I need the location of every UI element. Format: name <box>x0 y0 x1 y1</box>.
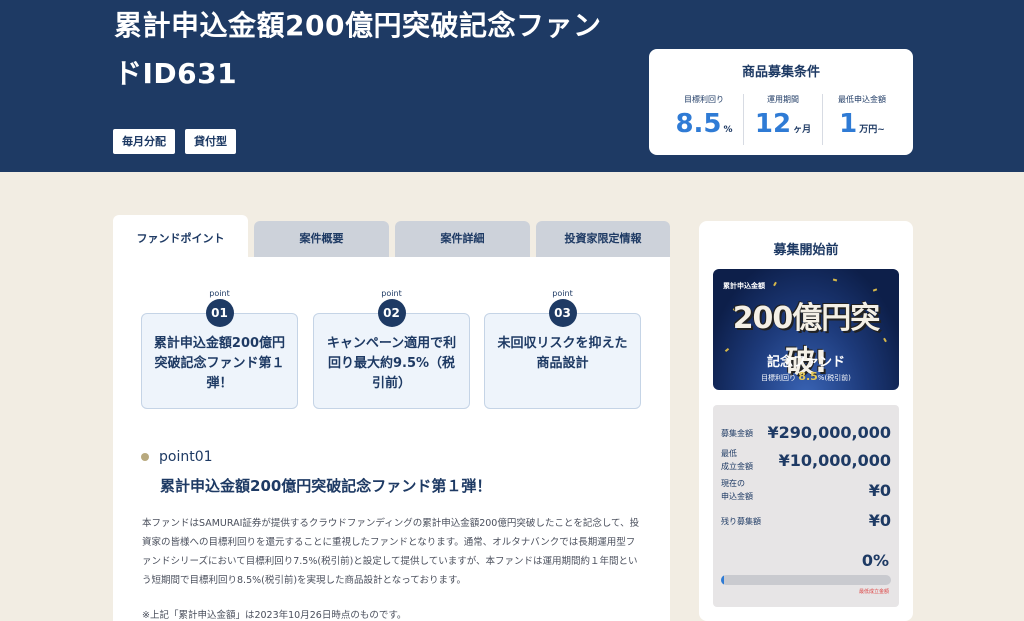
campaign-banner: 累計申込金額 200億円突破! 記念ファンド 目標利回り 8.5%(税引前) <box>713 269 899 390</box>
point-text: 未回収リスクを抑えた商品設計 <box>484 313 641 409</box>
point-card-3: point 03 未回収リスクを抑えた商品設計 <box>484 289 641 409</box>
stat-value: ¥0 <box>868 481 891 500</box>
point-label: point <box>552 289 573 298</box>
stat-value: ¥0 <box>868 511 891 530</box>
point-card-2: point 02 キャンペーン適用で利回り最大約9.5%（税引前） <box>313 289 470 409</box>
condition-value: 12 ヶ月 <box>754 109 812 139</box>
hero-header: 累計申込金額200億円突破記念ファンドID631 毎月分配 貸付型 商品募集条件… <box>0 0 1024 172</box>
stat-value: ¥290,000,000 <box>767 423 891 442</box>
condition-value: 1 万円~ <box>839 109 885 139</box>
section-kicker-row: point01 <box>141 449 213 465</box>
conditions-title: 商品募集条件 <box>741 65 820 80</box>
recruitment-card: 募集開始前 累計申込金額 200億円突破! 記念ファンド 目標利回り 8.5%(… <box>699 221 913 621</box>
banner-rate: 目標利回り 8.5%(税引前) <box>761 370 851 383</box>
confetti-icon <box>872 288 878 292</box>
stat-key: 現在の 申込金額 <box>721 479 753 501</box>
progress-bar-note: 最低成立金額 <box>858 589 889 595</box>
confetti-icon <box>773 281 777 287</box>
condition-min-amount: 最低申込金額 1 万円~ <box>823 94 901 145</box>
banner-subtitle: 記念ファンド <box>766 355 845 370</box>
condition-label: 運用期間 <box>767 95 799 104</box>
condition-label: 目標利回り <box>684 95 724 104</box>
tab-details[interactable]: 案件詳細 <box>395 221 530 257</box>
bullet-dot-icon <box>141 453 149 461</box>
stat-row-remaining: 残り募集額 ¥0 <box>721 511 891 531</box>
progress-bar <box>721 575 891 585</box>
confetti-icon <box>832 278 838 282</box>
condition-target-yield: 目標利回り 8.5% <box>665 94 744 145</box>
progress-percent: 0% <box>861 551 889 570</box>
tab-investor-info[interactable]: 投資家限定情報 <box>536 221 670 257</box>
condition-value: 8.5% <box>675 109 733 139</box>
fund-title: 累計申込金額200億円突破記念ファンドID631 <box>114 9 602 90</box>
fund-tabs: ファンドポイント 案件概要 案件詳細 投資家限定情報 <box>113 215 670 257</box>
tag-loan-type: 貸付型 <box>185 129 236 154</box>
recruitment-status: 募集開始前 <box>773 243 839 258</box>
funding-stats: 募集金額 ¥290,000,000 最低 成立金額 ¥10,000,000 現在… <box>713 405 899 607</box>
point-number-badge: 02 <box>377 299 406 327</box>
conditions-columns: 目標利回り 8.5% 運用期間 12 ヶ月 最低申込金額 1 万円~ <box>665 94 901 145</box>
section-kicker: point01 <box>159 449 213 465</box>
banner-small-text: 累計申込金額 <box>723 282 765 290</box>
stat-row-min: 最低 成立金額 ¥10,000,000 <box>721 447 891 475</box>
section-note: ※上記「累計申込金額」は2023年10月26日時点のものです。 <box>142 610 407 621</box>
fund-points-panel: point 01 累計申込金額200億円突破記念ファンド第１弾！ point 0… <box>113 257 670 621</box>
point-text: キャンペーン適用で利回り最大約9.5%（税引前） <box>313 313 470 409</box>
point-label: point <box>209 289 230 298</box>
section-title: 累計申込金額200億円突破記念ファンド第１弾！ <box>160 477 492 495</box>
fund-tags: 毎月分配 貸付型 <box>113 129 236 154</box>
tab-fund-points[interactable]: ファンドポイント <box>113 215 248 257</box>
condition-label: 最低申込金額 <box>838 95 886 104</box>
progress-bar-fill <box>721 575 725 585</box>
stat-row-current: 現在の 申込金額 ¥0 <box>721 477 891 505</box>
stat-row-target: 募集金額 ¥290,000,000 <box>721 423 891 443</box>
stat-key: 残り募集額 <box>721 517 761 526</box>
point-number-badge: 01 <box>205 299 234 327</box>
stat-key: 最低 成立金額 <box>721 449 753 471</box>
point-text: 累計申込金額200億円突破記念ファンド第１弾！ <box>141 313 298 409</box>
tab-overview[interactable]: 案件概要 <box>254 221 389 257</box>
condition-period: 運用期間 12 ヶ月 <box>744 94 823 145</box>
stat-key: 募集金額 <box>721 429 753 438</box>
point-number-badge: 03 <box>548 299 577 327</box>
point-label: point <box>381 289 402 298</box>
tag-monthly-distribution: 毎月分配 <box>113 129 175 154</box>
stat-value: ¥10,000,000 <box>778 451 891 470</box>
point-card-1: point 01 累計申込金額200億円突破記念ファンド第１弾！ <box>141 289 298 409</box>
section-body: 本ファンドはSAMURAI証券が提供するクラウドファンディングの累計申込金額20… <box>142 518 640 586</box>
conditions-card: 商品募集条件 目標利回り 8.5% 運用期間 12 ヶ月 最低申込金額 1 万円~ <box>649 49 913 155</box>
